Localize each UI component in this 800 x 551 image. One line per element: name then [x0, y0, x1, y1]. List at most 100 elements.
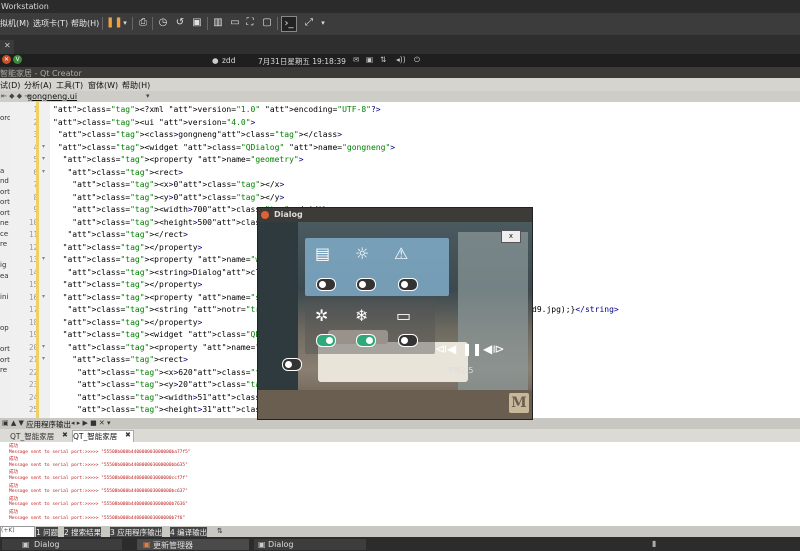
menu-analyze[interactable]: 分析(A): [24, 80, 52, 91]
menu-debug[interactable]: 试(D): [0, 80, 20, 91]
fold-icon[interactable]: ▾: [42, 155, 45, 162]
dropdown-icon[interactable]: ▾: [118, 16, 132, 30]
output-tab[interactable]: QT_智能家居: [10, 431, 54, 442]
code-line[interactable]: "att">class="tag"><class>gongneng"att">c…: [53, 130, 342, 143]
alarm-icon[interactable]: ⚠: [394, 244, 408, 263]
code-line[interactable]: "att">class="tag"><rect>: [53, 355, 188, 368]
code-line-tail[interactable]: d9.jpg);}</string>: [532, 305, 619, 318]
fullscreen-icon[interactable]: ⛶: [243, 16, 257, 30]
code-line[interactable]: "att">class="tag"></property>: [53, 318, 203, 331]
previous-icon[interactable]: ⧏◀: [435, 342, 456, 356]
pane-toggle-icon[interactable]: ⇅: [217, 527, 223, 535]
sidebar-fragment[interactable]: re: [0, 366, 7, 374]
taskbar-item[interactable]: [2, 539, 122, 550]
fan-toggle[interactable]: [316, 334, 336, 347]
sidebar-fragment[interactable]: ort: [0, 198, 10, 206]
sidebar-fragment[interactable]: ig: [0, 261, 6, 269]
code-line[interactable]: "att">class="tag"></property>: [53, 280, 203, 293]
code-line[interactable]: "att">class="tag"></property>: [53, 243, 203, 256]
aircon-icon[interactable]: ❄: [355, 306, 368, 325]
revert-icon[interactable]: ↺: [173, 16, 187, 30]
menu-help[interactable]: 帮助(H): [71, 18, 99, 29]
tv-toggle[interactable]: [398, 334, 418, 347]
code-line[interactable]: "att">class="tag"><x>0"att">class="tag">…: [53, 180, 284, 193]
sidebar-fragment[interactable]: re: [0, 240, 7, 248]
mail-icon[interactable]: ✉: [353, 55, 359, 64]
code-line[interactable]: "att">class="tag"><?xml "att">version="1…: [53, 105, 381, 118]
tv-icon[interactable]: ▭: [396, 306, 411, 325]
file-tab[interactable]: gongneng.ui: [27, 92, 77, 101]
next-icon[interactable]: ◀⧐: [483, 342, 504, 356]
sidebar-fragment[interactable]: ort: [0, 188, 10, 196]
menu-tools[interactable]: 工具(T): [56, 80, 83, 91]
panel-datetime[interactable]: 7月31日星期五 19:18:39: [258, 56, 346, 67]
snapshot-icon[interactable]: ◷: [156, 16, 170, 30]
library-icon[interactable]: ▥: [211, 16, 225, 30]
menu-help[interactable]: 帮助(H): [122, 80, 150, 91]
tab-nav-icon[interactable]: ⇤ ◆ ◆ ⇥: [1, 92, 30, 100]
sidebar-fragment[interactable]: ini: [0, 293, 8, 301]
code-line[interactable]: "att">class="tag"><rect>: [53, 168, 183, 181]
dialog-close-button[interactable]: x: [501, 230, 521, 243]
sidebar-fragment[interactable]: ort: [0, 345, 10, 353]
stretch-icon[interactable]: ⤢: [302, 16, 316, 30]
room-floor: [258, 390, 532, 419]
extra-toggle[interactable]: [282, 358, 302, 371]
menu-vm[interactable]: 拟机(M): [0, 18, 29, 29]
line-number: 25: [28, 405, 38, 414]
screen-icon[interactable]: ▣: [366, 55, 373, 64]
fold-icon[interactable]: ▾: [42, 355, 45, 362]
close-icon[interactable]: ✕: [4, 41, 11, 50]
pause-icon[interactable]: ❚❚: [462, 342, 482, 356]
output-run-icon[interactable]: ◂ ▸ ▶ ■ ✕ ▾: [71, 419, 111, 427]
snapshot-manager-icon[interactable]: ▣: [190, 16, 204, 30]
power-icon[interactable]: ⏻: [414, 55, 420, 65]
fan-icon[interactable]: ✲: [315, 306, 328, 325]
menu-window[interactable]: 窗体(W): [88, 80, 118, 91]
lamp-icon[interactable]: ☼: [355, 244, 369, 263]
menu-tabs[interactable]: 选项卡(T): [33, 18, 68, 29]
code-line[interactable]: "att">class="tag"><widget "att">class="Q…: [53, 143, 395, 156]
fold-icon[interactable]: ▾: [42, 143, 45, 150]
line-number: 23: [28, 380, 38, 389]
alarm-toggle[interactable]: [398, 278, 418, 291]
code-line[interactable]: "att">class="tag"></rect>: [53, 230, 187, 243]
code-line[interactable]: "att">class="tag"><y>0"att">class="tag">…: [53, 193, 284, 206]
unity-icon[interactable]: ▢: [260, 16, 274, 30]
output-body[interactable]: 成功 Message sent to serial port:>>>>> "555…: [0, 442, 800, 526]
stretch-dropdown-icon[interactable]: ▾: [316, 16, 330, 30]
trash-icon[interactable]: ▮: [652, 539, 656, 548]
volume-icon[interactable]: ◂)): [396, 55, 406, 64]
fridge-icon[interactable]: ▤: [315, 244, 330, 263]
network-icon[interactable]: ⇅: [380, 55, 386, 64]
fold-icon[interactable]: ▾: [42, 168, 45, 175]
sidebar-fragment[interactable]: a: [0, 167, 4, 175]
panel-user[interactable]: zdd: [222, 56, 235, 65]
sidebar-fragment[interactable]: ort: [0, 356, 10, 364]
sidebar-fragment[interactable]: ort: [0, 209, 10, 217]
close-icon[interactable]: ✖: [62, 431, 68, 439]
sidebar-fragment[interactable]: nd: [0, 177, 9, 185]
code-line[interactable]: "att">class="tag"><ui "att">version="4.0…: [53, 118, 255, 131]
console-icon[interactable]: ›_: [281, 16, 297, 32]
close-icon[interactable]: [261, 211, 269, 219]
close-icon[interactable]: ✕: [2, 55, 11, 64]
send-keys-icon[interactable]: ⎙: [136, 16, 150, 30]
lamp-toggle[interactable]: [356, 278, 376, 291]
file-tab-dropdown-icon[interactable]: ▾: [146, 92, 150, 100]
sidebar-fragment[interactable]: op: [0, 324, 9, 332]
fridge-toggle[interactable]: [316, 278, 336, 291]
sidebar-fragment[interactable]: ce: [0, 230, 8, 238]
output-controls-icon[interactable]: ▣ ▲ ▼: [2, 419, 24, 427]
sidebar-fragment[interactable]: ea: [0, 272, 9, 280]
sidebar-fragment[interactable]: ne: [0, 219, 9, 227]
close-icon[interactable]: ✖: [125, 431, 131, 439]
thumbnail-icon[interactable]: ▭: [228, 16, 242, 30]
fold-icon[interactable]: ▾: [42, 343, 45, 350]
code-line[interactable]: "att">class="tag"><property "att">name="…: [53, 155, 304, 168]
fold-icon[interactable]: ▾: [42, 293, 45, 300]
fold-icon[interactable]: ▾: [42, 255, 45, 262]
room-wall-left: [258, 222, 298, 402]
aircon-toggle[interactable]: [356, 334, 376, 347]
dialog-window[interactable]: Dialog ▤ ☼ ⚠ ✲ ❄ ▭ ⧏◀ ❚❚ ◀⧐ PM2.5 x M: [257, 207, 533, 420]
